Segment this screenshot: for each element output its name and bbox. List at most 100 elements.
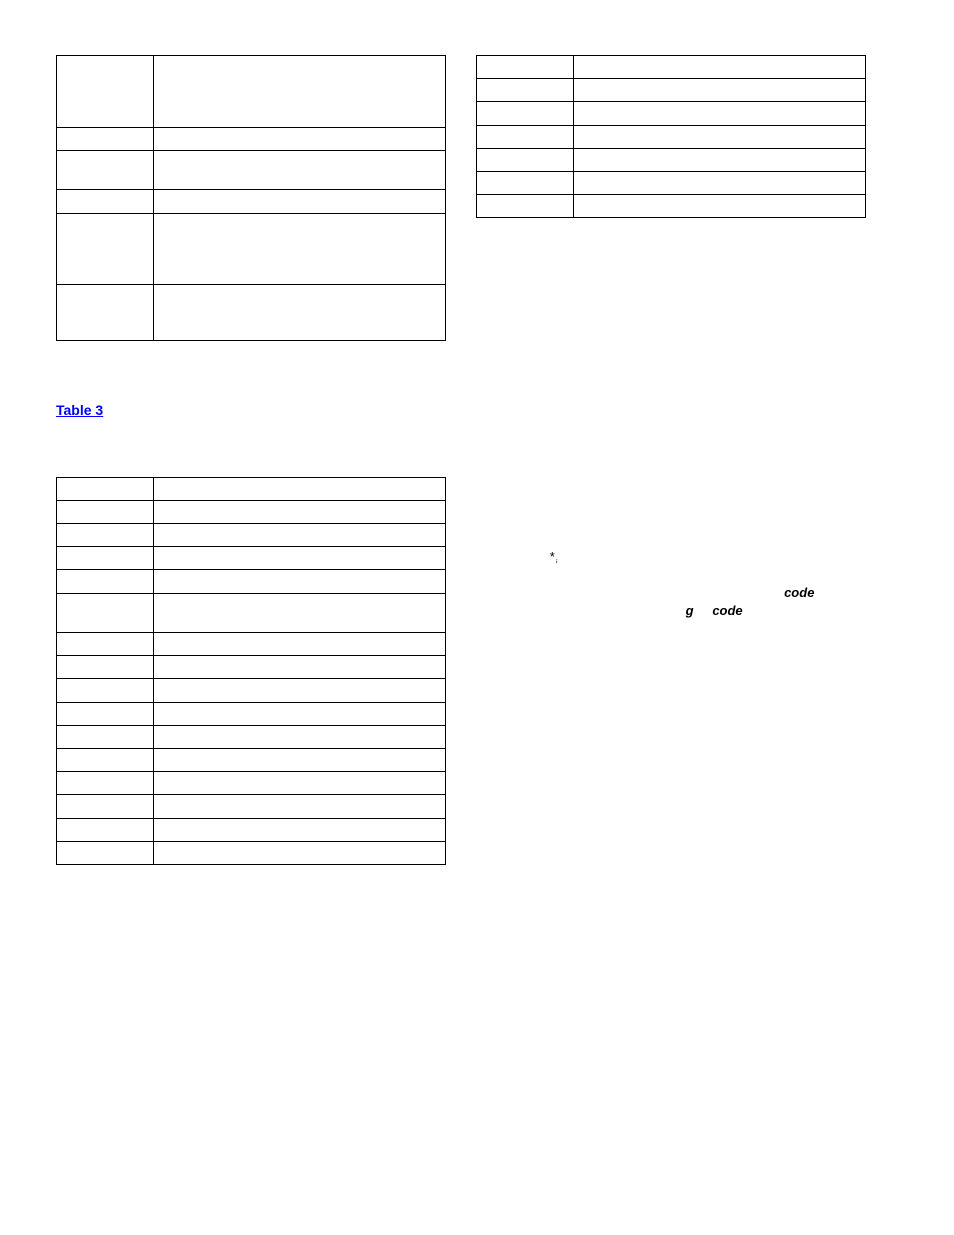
- row-desc: Indicates the type. Either NOT_ENCRYPTED…: [153, 285, 445, 341]
- explainer-para-1: Like printf, the routine understands fla…: [476, 513, 866, 566]
- table-3-caption: Table 3: FormatString values: [56, 448, 446, 463]
- row-key: %%: [57, 477, 154, 500]
- row-key: S: [57, 213, 154, 285]
- table-row: KIndicates the key, as above.: [57, 127, 446, 150]
- code-word-2: code: [712, 603, 742, 618]
- row-key: N: [57, 190, 154, 213]
- table-row: %iSame as %d: some people just like it b…: [57, 633, 446, 656]
- row-key: %y: [477, 79, 574, 102]
- row-desc: The character list: all the pm-strings l…: [153, 213, 445, 285]
- row-desc: Left-justify within the field width.: [573, 195, 865, 218]
- table-row: NNumber of pm-strings, as above.: [57, 190, 446, 213]
- table-row: %0Pad with zeros rather than spaces.: [477, 171, 866, 194]
- row-key: %s: [57, 748, 154, 771]
- row-key: %d: [57, 524, 154, 547]
- row-desc: Indicates the start position of each str…: [153, 56, 445, 128]
- row-desc: A string of the form 0x followed by hex …: [153, 725, 445, 748]
- table-row: %cA single character.: [57, 500, 446, 523]
- table-3-link[interactable]: Table 3: [56, 402, 103, 418]
- row-desc: Hex digits in upper case (without leadin…: [573, 56, 865, 79]
- p1b: since it always decides the buffer lengt…: [553, 549, 817, 564]
- row-desc: Weekday name (from a date format code).: [153, 818, 445, 841]
- row-key: %g: [57, 570, 154, 593]
- row-key: %p: [57, 702, 154, 725]
- table-row: %uAn unsigned integer.: [57, 795, 446, 818]
- table-3a: %%Literal %.%cA single character.%dAn in…: [56, 477, 446, 865]
- row-desc: Literal %.: [153, 477, 445, 500]
- row-key: %x: [57, 841, 154, 864]
- table-row: %fA floating-point number.: [57, 547, 446, 570]
- table-row: %yTwo-digit year.: [477, 79, 866, 102]
- row-key: K: [57, 127, 154, 150]
- table-row: %GA floating-point number (print the exp…: [57, 593, 446, 632]
- row-key: %Y: [477, 102, 574, 125]
- row-key: %w: [57, 818, 154, 841]
- table-row: %PA string of the form 0x followed by he…: [57, 725, 446, 748]
- table-row: SThe character list: all the pm-strings …: [57, 213, 446, 285]
- table-row: %xHex digits in lower case (without lead…: [57, 841, 446, 864]
- row-desc: Indicates the key, as above.: [153, 127, 445, 150]
- row-key: %m: [57, 656, 154, 679]
- row-desc: Two-digit year.: [573, 79, 865, 102]
- row-key: %P: [57, 725, 154, 748]
- table-row: %YFour-digit year.: [477, 102, 866, 125]
- table-row: %%Literal %.: [57, 477, 446, 500]
- row-desc: Hex digits in lower case (without leadin…: [153, 841, 445, 864]
- row-key: %f: [57, 547, 154, 570]
- row-desc: Number of pm-strings, as above.: [153, 190, 445, 213]
- row-desc: A floating-point number.: [153, 570, 445, 593]
- row-desc: A single character.: [153, 500, 445, 523]
- table-row: %gA floating-point number.: [57, 570, 446, 593]
- table-row: %ZDay of year.: [477, 148, 866, 171]
- row-key: %G: [57, 593, 154, 632]
- table-row: %pA string of the form 0x followed by he…: [57, 702, 446, 725]
- row-desc: An octal integer (we do not handle # cor…: [153, 679, 445, 702]
- table-2-continued: JIndicates the start position of each st…: [56, 55, 446, 341]
- row-key: %-: [477, 195, 574, 218]
- row-key: %c: [57, 500, 154, 523]
- code-word-1: code: [784, 585, 814, 600]
- p2a: You can interleave ordinary format direc…: [476, 585, 784, 600]
- p2c: or: [697, 603, 712, 618]
- table-row: %mMonth name (from a date format code).: [57, 656, 446, 679]
- p2b: directives described above. When a: [476, 603, 686, 618]
- row-key: T: [57, 285, 154, 341]
- table-row: %SA PM-string (length-prefixed).: [57, 772, 446, 795]
- row-key: %o: [57, 679, 154, 702]
- row-key: %X: [477, 56, 574, 79]
- explainer-para-2: You can interleave ordinary format direc…: [476, 584, 866, 654]
- table-row: %-Left-justify within the field width.: [477, 195, 866, 218]
- row-key: %i: [57, 633, 154, 656]
- row-key: %0: [477, 171, 574, 194]
- row-key: %S: [57, 772, 154, 795]
- table-row: %wWeekday name (from a date format code)…: [57, 818, 446, 841]
- table-row: %XHex digits in upper case (without lead…: [477, 56, 866, 79]
- row-desc: Day of year.: [573, 148, 865, 171]
- row-desc: An unsigned integer.: [153, 795, 445, 818]
- row-key: %z: [477, 125, 574, 148]
- row-desc: An integer.: [153, 524, 445, 547]
- row-key: L: [57, 150, 154, 189]
- row-desc: Pad with zeros rather than spaces.: [573, 171, 865, 194]
- row-desc: A string of the form 0x followed by hex …: [153, 702, 445, 725]
- row-desc: Four-digit year.: [573, 102, 865, 125]
- table-row: TIndicates the type. Either NOT_ENCRYPTE…: [57, 285, 446, 341]
- row-key: %u: [57, 795, 154, 818]
- row-desc: A floating-point number.: [153, 547, 445, 570]
- table-row: LThe number of bytes in the character li…: [57, 150, 446, 189]
- row-desc: The number of bytes in the character lis…: [153, 150, 445, 189]
- row-desc: Same as %d: some people just like it bet…: [153, 633, 445, 656]
- table3-lead-in: Table 3 describes the FormatString value…: [56, 401, 446, 420]
- table-row: %sA C string (null-terminated).: [57, 748, 446, 771]
- table3-lead-in-text: describes the FormatString values.: [103, 403, 307, 418]
- table-3b: %XHex digits in upper case (without lead…: [476, 55, 866, 218]
- table-row: %zDay of month.: [477, 125, 866, 148]
- table-row: %oAn octal integer (we do not handle # c…: [57, 679, 446, 702]
- g-word: g: [686, 603, 694, 618]
- table-row: %dAn integer.: [57, 524, 446, 547]
- row-desc: Month name (from a date format code).: [153, 656, 445, 679]
- table-row: JIndicates the start position of each st…: [57, 56, 446, 128]
- row-key: J: [57, 56, 154, 128]
- row-desc: A C string (null-terminated).: [153, 748, 445, 771]
- row-desc: A PM-string (length-prefixed).: [153, 772, 445, 795]
